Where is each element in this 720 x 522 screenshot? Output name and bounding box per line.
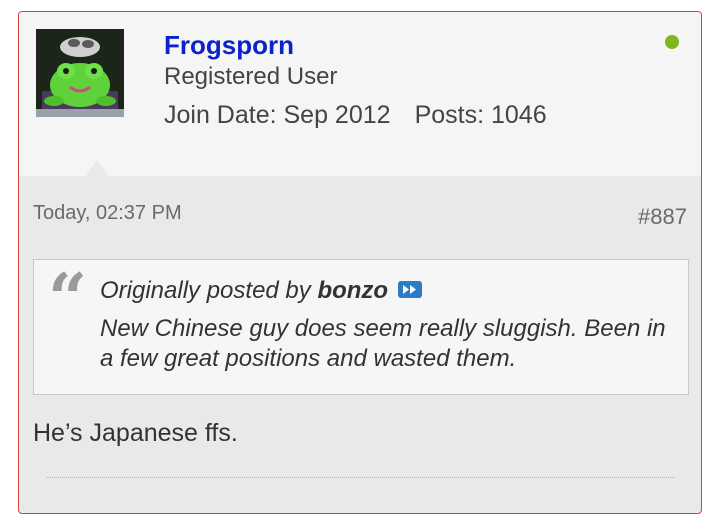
post-date: Today, 02:37 PM [33, 202, 182, 224]
online-status-icon [665, 35, 679, 49]
quote-mark-icon: “ [48, 259, 88, 339]
quote-block: “ Originally posted by bonzo New Chinese… [33, 259, 689, 395]
post-number-link[interactable]: #887 [638, 204, 687, 230]
quote-text: New Chinese guy does seem really sluggis… [100, 315, 666, 372]
user-stats: Join Date: Sep 2012 Posts: 1046 [164, 100, 547, 130]
username-link[interactable]: Frogsporn [164, 30, 294, 60]
quote-author: bonzo [317, 277, 389, 304]
post-divider [47, 477, 675, 478]
join-date: Join Date: Sep 2012 [164, 101, 391, 129]
post-message: He’s Japanese ffs. [33, 419, 238, 447]
view-post-icon[interactable] [398, 281, 423, 299]
user-info-panel: Frogsporn Registered User Join Date: Sep… [19, 12, 701, 176]
user-title: Registered User [164, 63, 338, 90]
quote-prefix: Originally posted by [100, 277, 311, 304]
quote-attribution: Originally posted by bonzo [100, 277, 423, 305]
forum-post: Frogsporn Registered User Join Date: Sep… [18, 11, 702, 514]
post-count: Posts: 1046 [414, 101, 547, 129]
frog-avatar-icon [36, 29, 124, 117]
avatar[interactable] [36, 29, 124, 117]
